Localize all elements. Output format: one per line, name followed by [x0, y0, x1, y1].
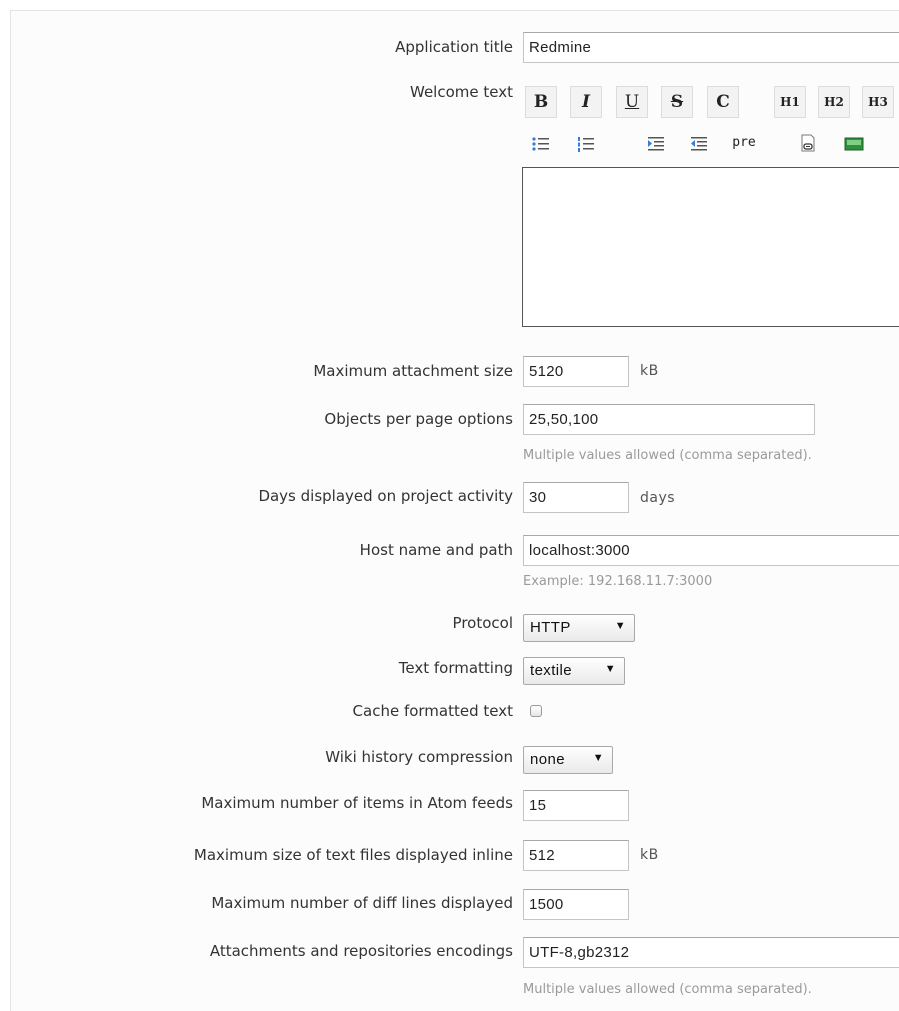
welcome-text-label: Welcome text — [410, 83, 513, 101]
preformatted-button[interactable]: pre — [728, 127, 760, 159]
inline-code-button[interactable]: C — [707, 86, 739, 118]
unordered-list-button[interactable] — [525, 127, 557, 159]
activity-days-label: Days displayed on project activity — [258, 487, 513, 505]
max-attachment-size-label: Maximum attachment size — [313, 362, 513, 380]
protocol-label: Protocol — [452, 614, 513, 632]
max-inline-size-input[interactable]: 512 — [523, 840, 629, 871]
chevron-down-icon: ▼ — [604, 663, 616, 675]
per-page-options-label: Objects per page options — [324, 410, 513, 428]
app-title-label: Application title — [395, 38, 513, 56]
activity-days-input[interactable]: 30 — [523, 482, 629, 513]
unordered-list-icon — [532, 137, 549, 151]
repo-encodings-input[interactable]: UTF-8,gb2312 — [523, 937, 899, 968]
ordered-list-button[interactable] — [570, 127, 602, 159]
wiki-compression-label: Wiki history compression — [325, 748, 513, 766]
bold-button[interactable]: B — [525, 86, 557, 118]
chevron-down-icon: ▼ — [592, 752, 604, 764]
wiki-link-button[interactable] — [792, 127, 824, 159]
attachment-size-unit: kB — [640, 363, 659, 379]
indent-button[interactable] — [640, 127, 672, 159]
host-name-input[interactable]: localhost:3000 — [523, 535, 899, 566]
host-name-label: Host name and path — [359, 541, 513, 559]
diff-max-lines-input[interactable]: 1500 — [523, 889, 629, 920]
cache-formatted-text-checkbox[interactable] — [530, 705, 542, 717]
host-name-hint: Example: 192.168.11.7:3000 — [523, 574, 713, 589]
feeds-limit-label: Maximum number of items in Atom feeds — [201, 794, 513, 812]
chevron-down-icon: ▼ — [614, 620, 626, 632]
heading3-button[interactable]: H3 — [862, 86, 894, 118]
italic-button[interactable]: I — [570, 86, 602, 118]
per-page-options-hint: Multiple values allowed (comma separated… — [523, 448, 812, 463]
feeds-limit-input[interactable]: 15 — [523, 790, 629, 821]
underline-button[interactable]: U — [616, 86, 648, 118]
per-page-options-input[interactable]: 25,50,100 — [523, 404, 815, 435]
outdent-button[interactable] — [683, 127, 715, 159]
indent-icon — [648, 137, 664, 151]
heading2-button[interactable]: H2 — [818, 86, 850, 118]
max-inline-size-label: Maximum size of text files displayed inl… — [193, 846, 513, 864]
protocol-select[interactable]: HTTP ▼ — [523, 614, 635, 642]
inline-size-unit: kB — [640, 847, 659, 863]
ordered-list-icon — [578, 137, 594, 152]
activity-days-unit: days — [640, 490, 676, 506]
image-button[interactable] — [838, 127, 870, 159]
max-attachment-size-input[interactable]: 5120 — [523, 356, 629, 387]
diff-max-lines-label: Maximum number of diff lines displayed — [211, 894, 513, 912]
strikethrough-button[interactable]: S — [661, 86, 693, 118]
outdent-icon — [691, 137, 707, 151]
image-icon — [844, 137, 864, 151]
app-title-input[interactable]: Redmine — [523, 32, 899, 63]
page-link-icon — [801, 134, 815, 152]
heading1-button[interactable]: H1 — [774, 86, 806, 118]
repo-encodings-hint: Multiple values allowed (comma separated… — [523, 982, 812, 997]
cache-formatted-text-label: Cache formatted text — [352, 702, 513, 720]
protocol-value: HTTP — [530, 619, 571, 636]
wiki-compression-value: none — [530, 751, 565, 768]
wiki-compression-select[interactable]: none ▼ — [523, 746, 613, 774]
text-formatting-select[interactable]: textile ▼ — [523, 657, 625, 685]
text-formatting-value: textile — [530, 662, 572, 679]
text-formatting-label: Text formatting — [398, 659, 513, 677]
welcome-text-editor[interactable] — [522, 167, 899, 327]
repo-encodings-label: Attachments and repositories encodings — [209, 942, 513, 960]
